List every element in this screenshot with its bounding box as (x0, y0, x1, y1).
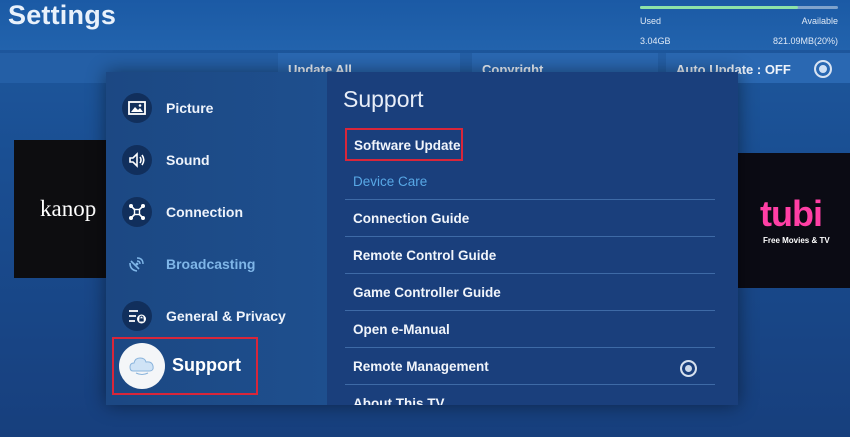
app-tile-kanopy[interactable]: kanop (14, 140, 110, 278)
storage-used-value: 3.04GB (640, 36, 671, 46)
sidebar-item-broadcasting[interactable]: Broadcasting (120, 242, 320, 286)
remote-management-item[interactable]: Remote Management (345, 348, 715, 385)
game-controller-guide-item[interactable]: Game Controller Guide (345, 274, 715, 311)
about-this-tv-item[interactable]: About This TV (345, 385, 715, 405)
storage-used-label: Used (640, 16, 662, 26)
remote-management-radio-icon[interactable] (680, 360, 697, 377)
sidebar-item-general-privacy[interactable]: General & Privacy (120, 294, 320, 338)
software-update-item[interactable]: Software Update (345, 128, 463, 161)
storage-indicator: Used Available 3.04GB 821.09MB(20%) (640, 4, 838, 48)
device-care-item[interactable]: Device Care (345, 163, 715, 200)
sidebar-item-label: Support (172, 355, 241, 375)
tubi-tagline: Free Movies & TV (763, 236, 830, 245)
picture-icon (122, 93, 152, 123)
sidebar-item-support[interactable]: Support (112, 337, 258, 395)
support-submenu: Support Software Update Device Care Conn… (327, 72, 738, 405)
remote-management-label: Remote Management (353, 359, 489, 374)
storage-available-label: Available (801, 16, 838, 26)
storage-bar (640, 6, 838, 9)
kanopy-logo: kanop (40, 196, 97, 221)
auto-update-radio-icon[interactable] (814, 60, 832, 78)
page-title: Settings (8, 0, 117, 30)
support-icon (119, 343, 165, 389)
sidebar-item-sound[interactable]: Sound (120, 138, 320, 182)
remote-control-guide-item[interactable]: Remote Control Guide (345, 237, 715, 274)
sidebar-item-label: Broadcasting (166, 256, 256, 272)
submenu-title: Support (343, 86, 424, 112)
storage-available-value: 821.09MB(20%) (772, 36, 838, 46)
sidebar-item-picture[interactable]: Picture (120, 86, 320, 130)
sidebar-item-label: Connection (166, 204, 243, 220)
sidebar-item-label: Picture (166, 100, 214, 116)
general-icon (122, 301, 152, 331)
sidebar-item-label: Sound (166, 152, 210, 168)
sound-icon (122, 145, 152, 175)
settings-category-sidebar: Picture Sound Connection Broadcasting Ge (106, 72, 327, 405)
sidebar-item-connection[interactable]: Connection (120, 190, 320, 234)
storage-bar-fill (640, 6, 799, 9)
tubi-logo: tubi (760, 193, 823, 234)
connection-icon (122, 197, 152, 227)
broadcasting-icon (122, 249, 152, 279)
connection-guide-item[interactable]: Connection Guide (345, 200, 715, 237)
sidebar-item-label: General & Privacy (166, 308, 286, 324)
header-bar: Settings Used Available 3.04GB 821.09MB(… (0, 0, 850, 50)
settings-dialog: Picture Sound Connection Broadcasting Ge (106, 72, 738, 405)
app-tile-tubi[interactable]: tubi Free Movies & TV (738, 153, 850, 288)
open-e-manual-item[interactable]: Open e-Manual (345, 311, 715, 348)
